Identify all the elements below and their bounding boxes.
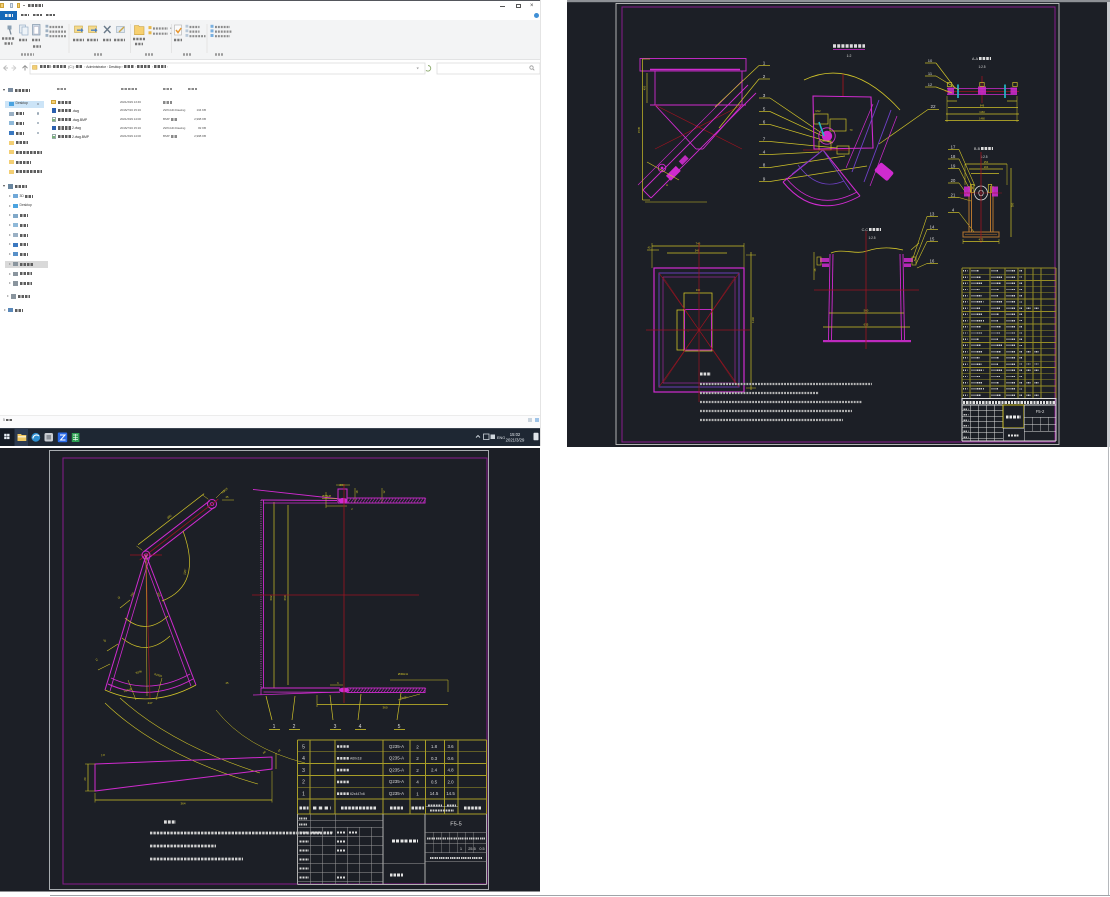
svg-text:5: 5	[398, 724, 401, 730]
svg-text:25.5: 25.5	[468, 847, 475, 851]
svg-text:14.5: 14.5	[446, 791, 455, 796]
svg-text:A-A: A-A	[972, 57, 979, 61]
svg-text:12: 12	[928, 82, 933, 87]
svg-text:3.6: 3.6	[447, 744, 454, 749]
svg-text:1.8: 1.8	[431, 744, 438, 749]
svg-text:390: 390	[1011, 202, 1015, 207]
svg-text:2: 2	[293, 724, 296, 730]
svg-text:1: 1	[416, 792, 419, 797]
svg-text:Ø75H8: Ø75H8	[322, 494, 331, 498]
svg-text:14.5: 14.5	[430, 791, 439, 796]
svg-text:1160: 1160	[979, 110, 985, 114]
svg-text:360: 360	[382, 706, 387, 710]
svg-text:4: 4	[763, 149, 766, 154]
svg-text:5: 5	[763, 106, 766, 111]
svg-text:16: 16	[930, 258, 935, 263]
svg-text:1: 1	[302, 792, 305, 798]
svg-text:ENG: ENG	[497, 436, 505, 440]
svg-text:254: 254	[984, 160, 989, 164]
svg-text:Q235-A: Q235-A	[389, 767, 404, 772]
svg-text:3: 3	[334, 724, 337, 730]
svg-text:7: 7	[763, 136, 766, 141]
svg-text:20: 20	[951, 178, 956, 183]
svg-text:2: 2	[302, 780, 305, 786]
svg-text:3: 3	[302, 768, 305, 774]
svg-text:Q235-A: Q235-A	[389, 791, 404, 796]
svg-text:204: 204	[984, 165, 989, 169]
svg-text:+: +	[687, 329, 689, 333]
svg-text:635: 635	[864, 323, 869, 327]
svg-text:1:2.5: 1:2.5	[978, 65, 985, 69]
svg-text:2: 2	[763, 74, 766, 79]
svg-text:B-B: B-B	[974, 147, 981, 151]
svg-text:6: 6	[763, 119, 766, 124]
svg-text:19: 19	[951, 163, 956, 168]
svg-text:692: 692	[269, 595, 273, 600]
svg-text:2021/3/29: 2021/3/29	[506, 438, 525, 443]
svg-text:560: 560	[864, 309, 869, 313]
svg-text:F5-5: F5-5	[450, 822, 462, 828]
svg-text:2.4: 2.4	[431, 768, 438, 773]
svg-text:15: 15	[930, 236, 935, 241]
svg-text:21: 21	[951, 192, 956, 197]
svg-text:4: 4	[416, 780, 419, 785]
svg-text:Ø30H11: Ø30H11	[398, 672, 409, 676]
svg-text:Q235-A: Q235-A	[389, 779, 404, 784]
svg-text:447: 447	[147, 701, 152, 705]
svg-text:2: 2	[416, 756, 419, 761]
svg-text:2: 2	[416, 744, 419, 749]
svg-text:4: 4	[359, 724, 362, 730]
svg-text:1:2.5: 1:2.5	[980, 155, 987, 159]
svg-text:20: 20	[83, 777, 87, 781]
svg-text:1:2: 1:2	[847, 54, 852, 58]
svg-text:475: 475	[979, 238, 984, 242]
svg-text:1545: 1545	[637, 126, 641, 133]
svg-text:C-C: C-C	[862, 228, 869, 232]
svg-text:4: 4	[302, 756, 305, 762]
svg-text:2: 2	[416, 768, 419, 773]
svg-text:0.3: 0.3	[431, 756, 438, 761]
svg-text:F5-2: F5-2	[1036, 409, 1045, 414]
svg-text:M12: M12	[815, 109, 821, 113]
svg-text:1: 1	[763, 60, 766, 65]
svg-text:0.6: 0.6	[447, 756, 454, 761]
svg-text:15:02: 15:02	[510, 432, 521, 437]
svg-text:2.0: 2.0	[447, 779, 454, 784]
svg-text:1460: 1460	[979, 117, 985, 121]
svg-text:1: 1	[273, 724, 276, 730]
svg-text:646: 646	[980, 104, 985, 108]
svg-text:62x447x6: 62x447x6	[350, 792, 365, 796]
svg-text:746: 746	[696, 242, 701, 246]
svg-text:Q235-A: Q235-A	[389, 744, 404, 749]
svg-text:5: 5	[302, 744, 305, 750]
svg-text:340: 340	[696, 288, 701, 292]
svg-text:4.8: 4.8	[447, 768, 454, 773]
svg-text:450: 450	[643, 85, 647, 90]
svg-text:8: 8	[763, 162, 766, 167]
svg-text:0.5: 0.5	[431, 779, 438, 784]
svg-text:1:2.5: 1:2.5	[868, 236, 875, 240]
svg-text:660: 660	[283, 595, 287, 600]
svg-text:0.5: 0.5	[479, 847, 484, 851]
svg-text:10: 10	[928, 58, 933, 63]
svg-text:1140: 1140	[751, 317, 755, 323]
svg-text:3: 3	[763, 93, 766, 98]
svg-text:364: 364	[180, 802, 185, 806]
svg-text:Q235-A: Q235-A	[389, 756, 404, 761]
svg-text:9: 9	[763, 176, 766, 181]
svg-text:22: 22	[930, 104, 936, 109]
svg-text:17: 17	[951, 144, 956, 149]
svg-text:A60x18: A60x18	[350, 757, 362, 761]
svg-text:A: A	[666, 183, 668, 187]
svg-text:13: 13	[930, 211, 935, 216]
svg-text:14: 14	[930, 224, 935, 229]
svg-text:18: 18	[951, 154, 956, 159]
